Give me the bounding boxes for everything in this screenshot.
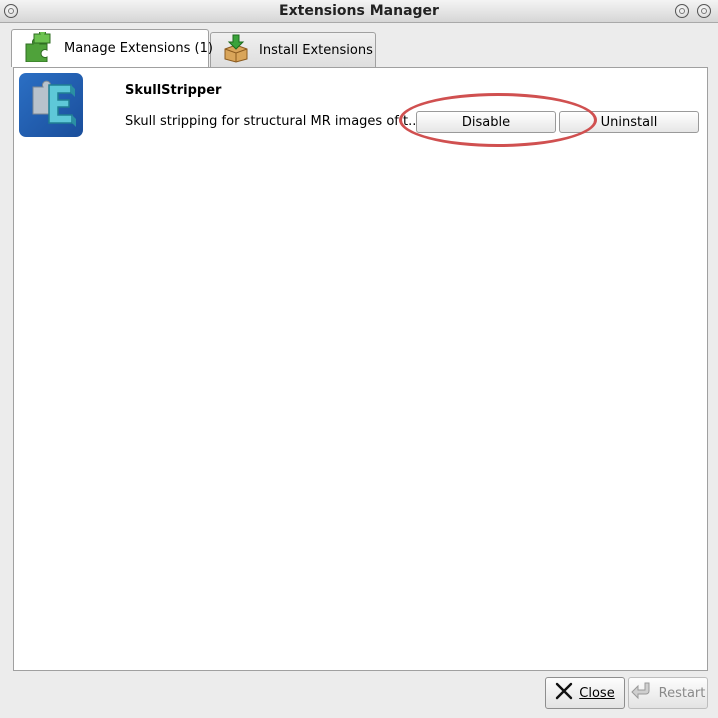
extension-name: SkullStripper: [125, 83, 222, 98]
tab-label: Install Extensions: [259, 42, 373, 58]
extensions-panel: SkullStripper Skull stripping for struct…: [13, 67, 708, 671]
title-bar: Extensions Manager: [0, 0, 718, 23]
close-label: Close: [579, 685, 615, 701]
puzzle-icon: [22, 28, 56, 66]
tab-manage-extensions[interactable]: Manage Extensions (1): [11, 28, 213, 67]
extension-logo-icon: [19, 73, 83, 137]
close-x-icon: [555, 682, 573, 704]
tab-install-extensions[interactable]: Install Extensions: [210, 32, 376, 67]
install-box-icon: [221, 33, 251, 67]
restart-button[interactable]: Restart: [628, 677, 708, 709]
restart-label: Restart: [658, 685, 706, 701]
window-title: Extensions Manager: [279, 3, 439, 19]
window-minimize-icon[interactable]: [675, 4, 689, 18]
window-maximize-icon[interactable]: [697, 4, 711, 18]
uninstall-button[interactable]: Uninstall: [559, 111, 699, 133]
tab-label: Manage Extensions (1): [64, 41, 213, 56]
restart-arrow-icon: [630, 681, 653, 705]
disable-button[interactable]: Disable: [416, 111, 556, 133]
extension-description: Skull stripping for structural MR images…: [125, 114, 421, 129]
close-button[interactable]: Close: [545, 677, 625, 709]
